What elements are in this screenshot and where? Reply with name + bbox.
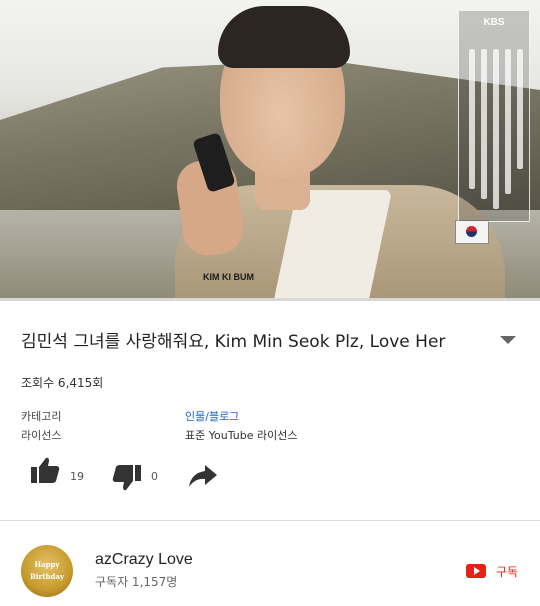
thumbs-up-icon[interactable]	[30, 456, 60, 484]
video-progress-bar[interactable]	[0, 298, 540, 301]
subscriber-count: 구독자 1,157명	[95, 575, 178, 589]
subscribe-label: 구독	[496, 564, 519, 579]
video-name-tag: KIM KI BUM	[203, 272, 254, 282]
video-player[interactable]: KIM KI BUM KBS	[0, 0, 540, 300]
overlay-caption-line	[493, 49, 499, 209]
thumbs-down-icon[interactable]	[112, 464, 142, 492]
avatar-text: Happy	[34, 560, 60, 569]
video-person-hair	[218, 6, 350, 68]
broadcaster-logo: KBS	[483, 17, 505, 28]
view-count: 조회수 6,415회	[21, 376, 104, 390]
overlay-caption-line	[469, 49, 475, 189]
video-flag-patch	[455, 220, 489, 244]
category-label: 카테고리	[21, 410, 62, 423]
license-value: 표준 YouTube 라이선스	[185, 429, 298, 442]
dislike-count: 0	[151, 470, 158, 483]
category-link[interactable]: 인물/블로그	[185, 408, 239, 424]
like-count: 19	[70, 470, 84, 483]
expand-chevron-icon[interactable]	[500, 336, 516, 344]
avatar-text: Birthday	[29, 572, 65, 581]
video-title: 김민석 그녀를 사랑해줘요, Kim Min Seok Plz, Love He…	[21, 332, 446, 352]
share-icon[interactable]	[188, 463, 218, 489]
overlay-caption-line	[505, 49, 511, 194]
channel-avatar[interactable]: Happy Birthday	[21, 545, 73, 597]
overlay-caption-line	[481, 49, 487, 199]
youtube-logo-icon	[466, 564, 486, 578]
overlay-caption-line	[517, 49, 523, 169]
license-label: 라이선스	[21, 429, 62, 442]
subscribe-button[interactable]: 구독	[466, 561, 518, 581]
channel-name[interactable]: azCrazy Love	[95, 551, 193, 569]
video-broadcast-overlay: KBS	[458, 10, 530, 222]
section-divider	[0, 520, 540, 521]
